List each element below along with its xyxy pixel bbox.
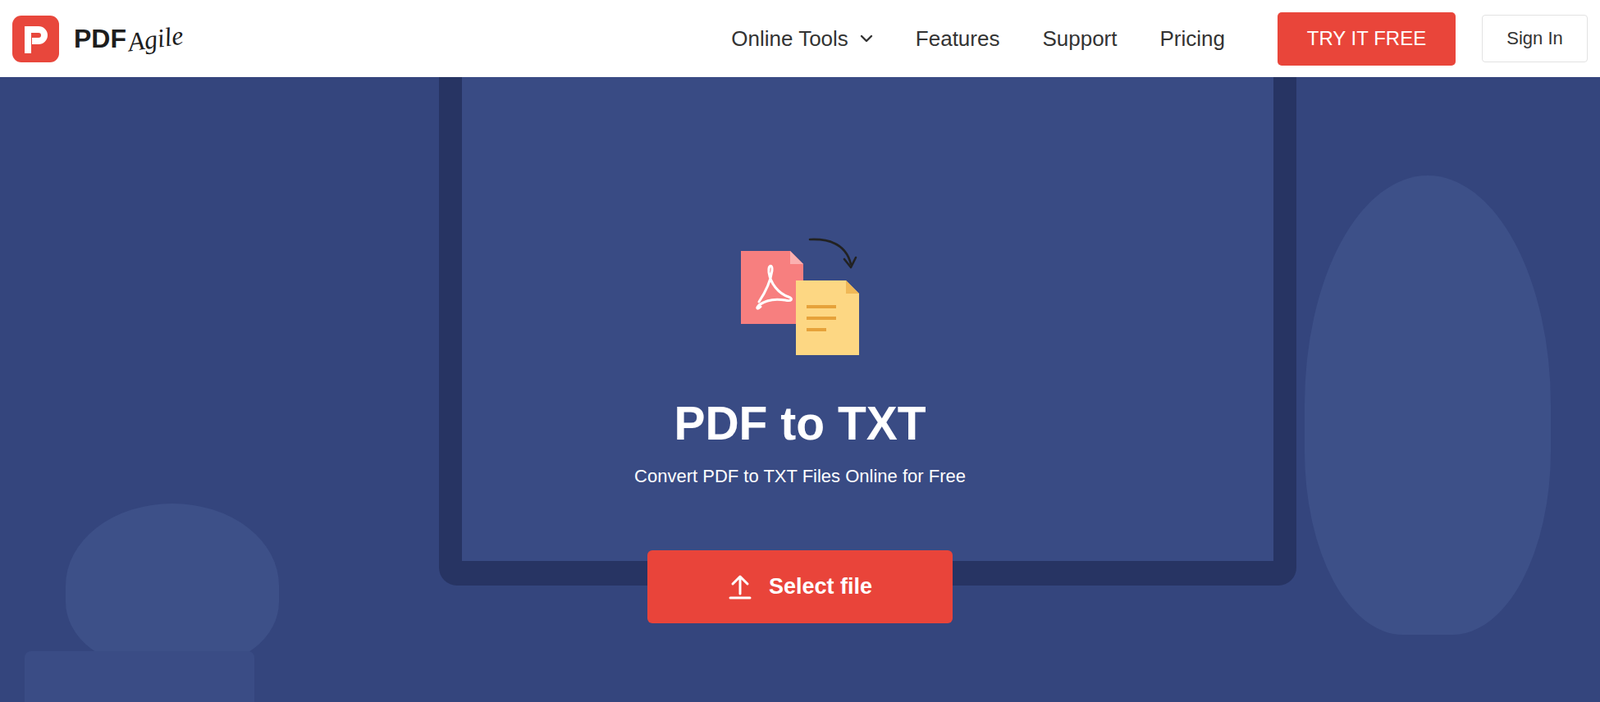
hero-title: PDF to TXT [673,397,926,452]
nav: Online Tools Features Support Pricing TR… [731,12,1588,66]
select-file-label: Select file [768,574,873,600]
logo-icon [12,15,60,63]
select-file-button[interactable]: Select file [647,550,953,624]
monitor-shape [438,77,1297,586]
sign-in-button[interactable]: Sign In [1481,14,1588,63]
nav-item[interactable]: Support [1042,26,1117,52]
hero-subtitle: Convert PDF to TXT Files Online for Free [634,465,966,490]
nav-label: Online Tools [731,26,849,52]
logo-script: Agile [126,19,186,58]
page: PDF Agile Online Tools Features Support … [0,0,1600,702]
nav-label: Pricing [1160,26,1226,52]
plant-shape [1304,175,1551,636]
nav-item[interactable]: Features [915,26,1001,52]
nav-label: Support [1042,26,1117,52]
upload-icon [727,574,753,601]
header: PDF Agile Online Tools Features Support … [0,0,1600,78]
pdf-to-txt-icon [740,234,860,358]
pot-shape [24,651,255,702]
chevron-down-icon [859,34,874,43]
logo-brand: PDF [73,23,127,55]
screen-shape [461,77,1274,562]
logo[interactable]: PDF Agile [12,15,184,63]
nav-item[interactable]: Online Tools [731,26,874,52]
try-free-button[interactable]: TRY IT FREE [1277,12,1456,66]
nav-item[interactable]: Pricing [1160,26,1226,52]
hero: PDF to TXT Convert PDF to TXT Files Onli… [0,77,1600,702]
plant-shape [65,503,279,668]
nav-label: Features [915,26,1001,52]
hero-content: PDF to TXT Convert PDF to TXT Files Onli… [0,77,1600,624]
